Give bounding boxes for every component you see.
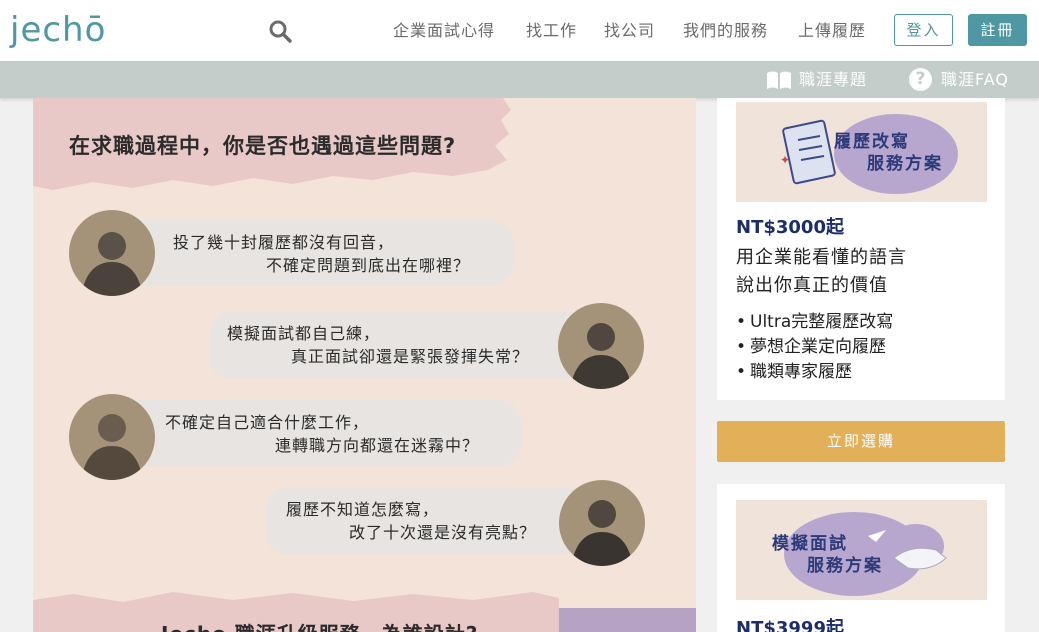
banner-subtitle: 服務方案 (807, 556, 883, 576)
question-icon[interactable]: ? (909, 68, 932, 91)
bubble-line: 不確定自己適合什麼工作， (165, 413, 370, 432)
card-description: 說出你真正的價值 (736, 275, 888, 296)
jecho-logo[interactable]: jechō (10, 10, 106, 50)
nav-find-company[interactable]: 找公司 (604, 20, 655, 42)
avatar-stressed-man (558, 303, 644, 389)
top-navbar: jechō 企業面試心得 找工作 找公司 我們的服務 上傳履歷 登入 註冊 (0, 0, 1039, 61)
feature-item: 職類專家履歷 (736, 360, 852, 385)
bubble-line: 不確定問題到底出在哪裡？ (266, 256, 471, 275)
bubble-line: 履歷不知道怎麼寫， (286, 500, 440, 519)
bubble-line: 連轉職方向都還在迷霧中？ (275, 436, 480, 455)
book-icon[interactable] (766, 70, 792, 90)
nav-find-job[interactable]: 找工作 (526, 20, 577, 42)
search-icon[interactable] (268, 19, 292, 43)
feature-item: 夢想企業定向履歷 (736, 335, 886, 360)
resume-price: NT$3000起 (736, 217, 844, 238)
nav-interview-reviews[interactable]: 企業面試心得 (393, 20, 495, 42)
banner-title: 履歷改寫 (834, 132, 910, 152)
interview-price: NT$3999起 (736, 618, 844, 632)
bubble-line: 投了幾十封履歷都沒有回音， (173, 233, 395, 252)
bubble-line: 真正面試卻還是緊張發揮失常？ (291, 347, 530, 366)
sub-navbar (0, 61, 1039, 98)
bubble-line: 改了十次還是沒有亮點？ (349, 523, 537, 542)
buy-now-button[interactable]: 立即選購 (717, 421, 1005, 462)
banner-subtitle: 服務方案 (867, 154, 943, 174)
register-button[interactable]: 註冊 (968, 14, 1027, 46)
avatar-stressed-woman (69, 210, 155, 296)
feature-item: Ultra完整履歷改寫 (736, 310, 893, 335)
nav-our-services[interactable]: 我們的服務 (683, 20, 768, 42)
card-description: 用企業能看懂的語言 (736, 247, 907, 268)
nav-upload-resume[interactable]: 上傳履歷 (798, 20, 866, 42)
banner-title: 模擬面試 (772, 534, 848, 554)
main-heading: 在求職過程中，你是否也遇過這些問題? (69, 134, 457, 158)
avatar-worried-woman (559, 480, 645, 566)
section-heading-who: Jecho 職涯升級服務，為誰設計? (161, 618, 478, 632)
service-infographic: 在求職過程中，你是否也遇過這些問題? 投了幾十封履歷都沒有回音， 不確定問題到底… (33, 98, 696, 632)
svg-text:✦: ✦ (780, 153, 790, 167)
login-button[interactable]: 登入 (894, 14, 953, 46)
bubble-line: 模擬面試都自己練， (227, 324, 381, 343)
career-topics-link[interactable]: 職涯專題 (799, 69, 867, 91)
resume-service-card: ✦ 履歷改寫 服務方案 NT$3000起 用企業能看懂的語言 說出你真正的價值 … (717, 98, 1005, 400)
interview-service-card: 模擬面試 服務方案 NT$3999起 (717, 484, 1005, 632)
avatar-confused-man (69, 394, 155, 480)
career-faq-link[interactable]: 職涯FAQ (941, 69, 1009, 91)
